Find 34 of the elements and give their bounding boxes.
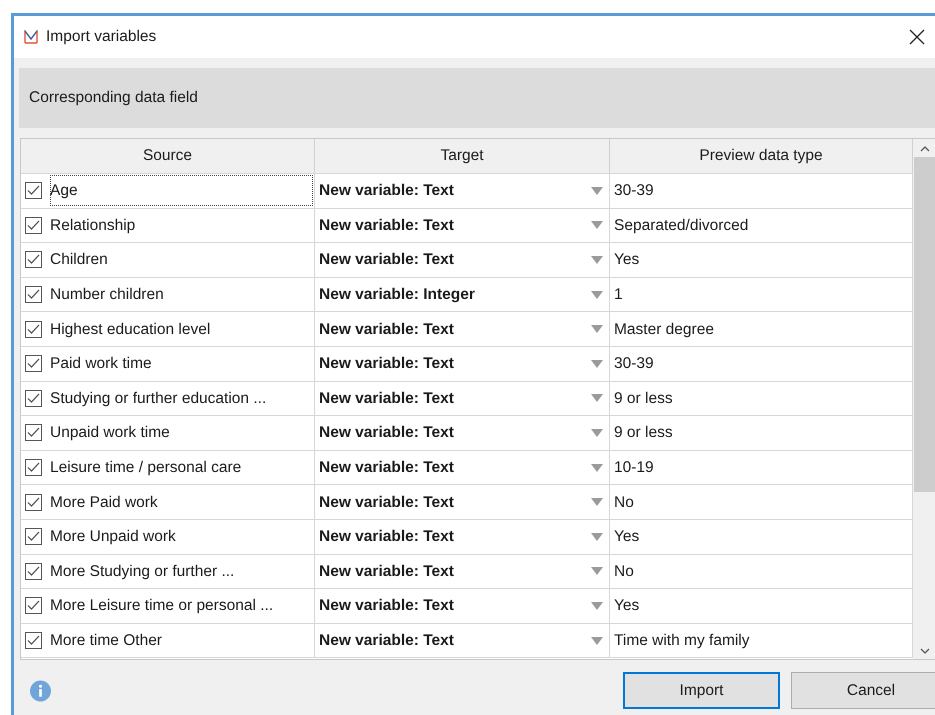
source-name: Leisure time / personal care <box>49 458 242 478</box>
source-name: Studying or further education ... <box>49 388 268 409</box>
source-name: Unpaid work time <box>49 423 171 444</box>
target-dropdown[interactable]: New variable: Integer <box>315 278 610 312</box>
section-title: Corresponding data field <box>29 88 198 108</box>
dialog-button[interactable]: Import <box>623 672 780 709</box>
column-header[interactable]: Target <box>315 139 610 173</box>
source-name: Relationship <box>49 216 136 236</box>
target-dropdown[interactable]: New variable: Text <box>315 416 610 450</box>
source-name: More Unpaid work <box>49 527 177 548</box>
target-dropdown[interactable]: New variable: Text <box>315 208 610 242</box>
target-dropdown[interactable]: New variable: Text <box>315 450 610 484</box>
target-dropdown[interactable]: New variable: Text <box>315 554 610 588</box>
source-name: More time Other <box>49 630 163 651</box>
source-name: More Studying or further ... <box>49 562 236 582</box>
source-name: Age <box>49 174 314 208</box>
target-dropdown[interactable]: New variable: Text <box>315 520 610 554</box>
target-dropdown[interactable]: New variable: Text <box>315 382 610 416</box>
source-name: More Leisure time or personal ... <box>49 596 274 616</box>
target-dropdown[interactable]: New variable: Text <box>315 174 610 208</box>
target-dropdown[interactable]: New variable: Text <box>315 589 610 623</box>
source-name: More Paid work <box>49 492 159 513</box>
target-dropdown[interactable]: New variable: Text <box>315 485 610 519</box>
dialog-button[interactable]: Cancel <box>791 672 935 709</box>
target-dropdown[interactable]: New variable: Text <box>315 624 610 658</box>
target-dropdown[interactable]: New variable: Text <box>315 243 610 277</box>
source-name: Highest education level <box>49 320 212 340</box>
source-name: Number children <box>49 284 165 305</box>
column-header[interactable]: Source <box>21 139 315 173</box>
source-name: Paid work time <box>49 354 153 374</box>
window-title: Import variables <box>46 27 156 48</box>
target-dropdown[interactable]: New variable: Text <box>315 312 610 346</box>
target-dropdown[interactable]: New variable: Text <box>315 346 610 381</box>
source-name: Children <box>49 250 109 270</box>
